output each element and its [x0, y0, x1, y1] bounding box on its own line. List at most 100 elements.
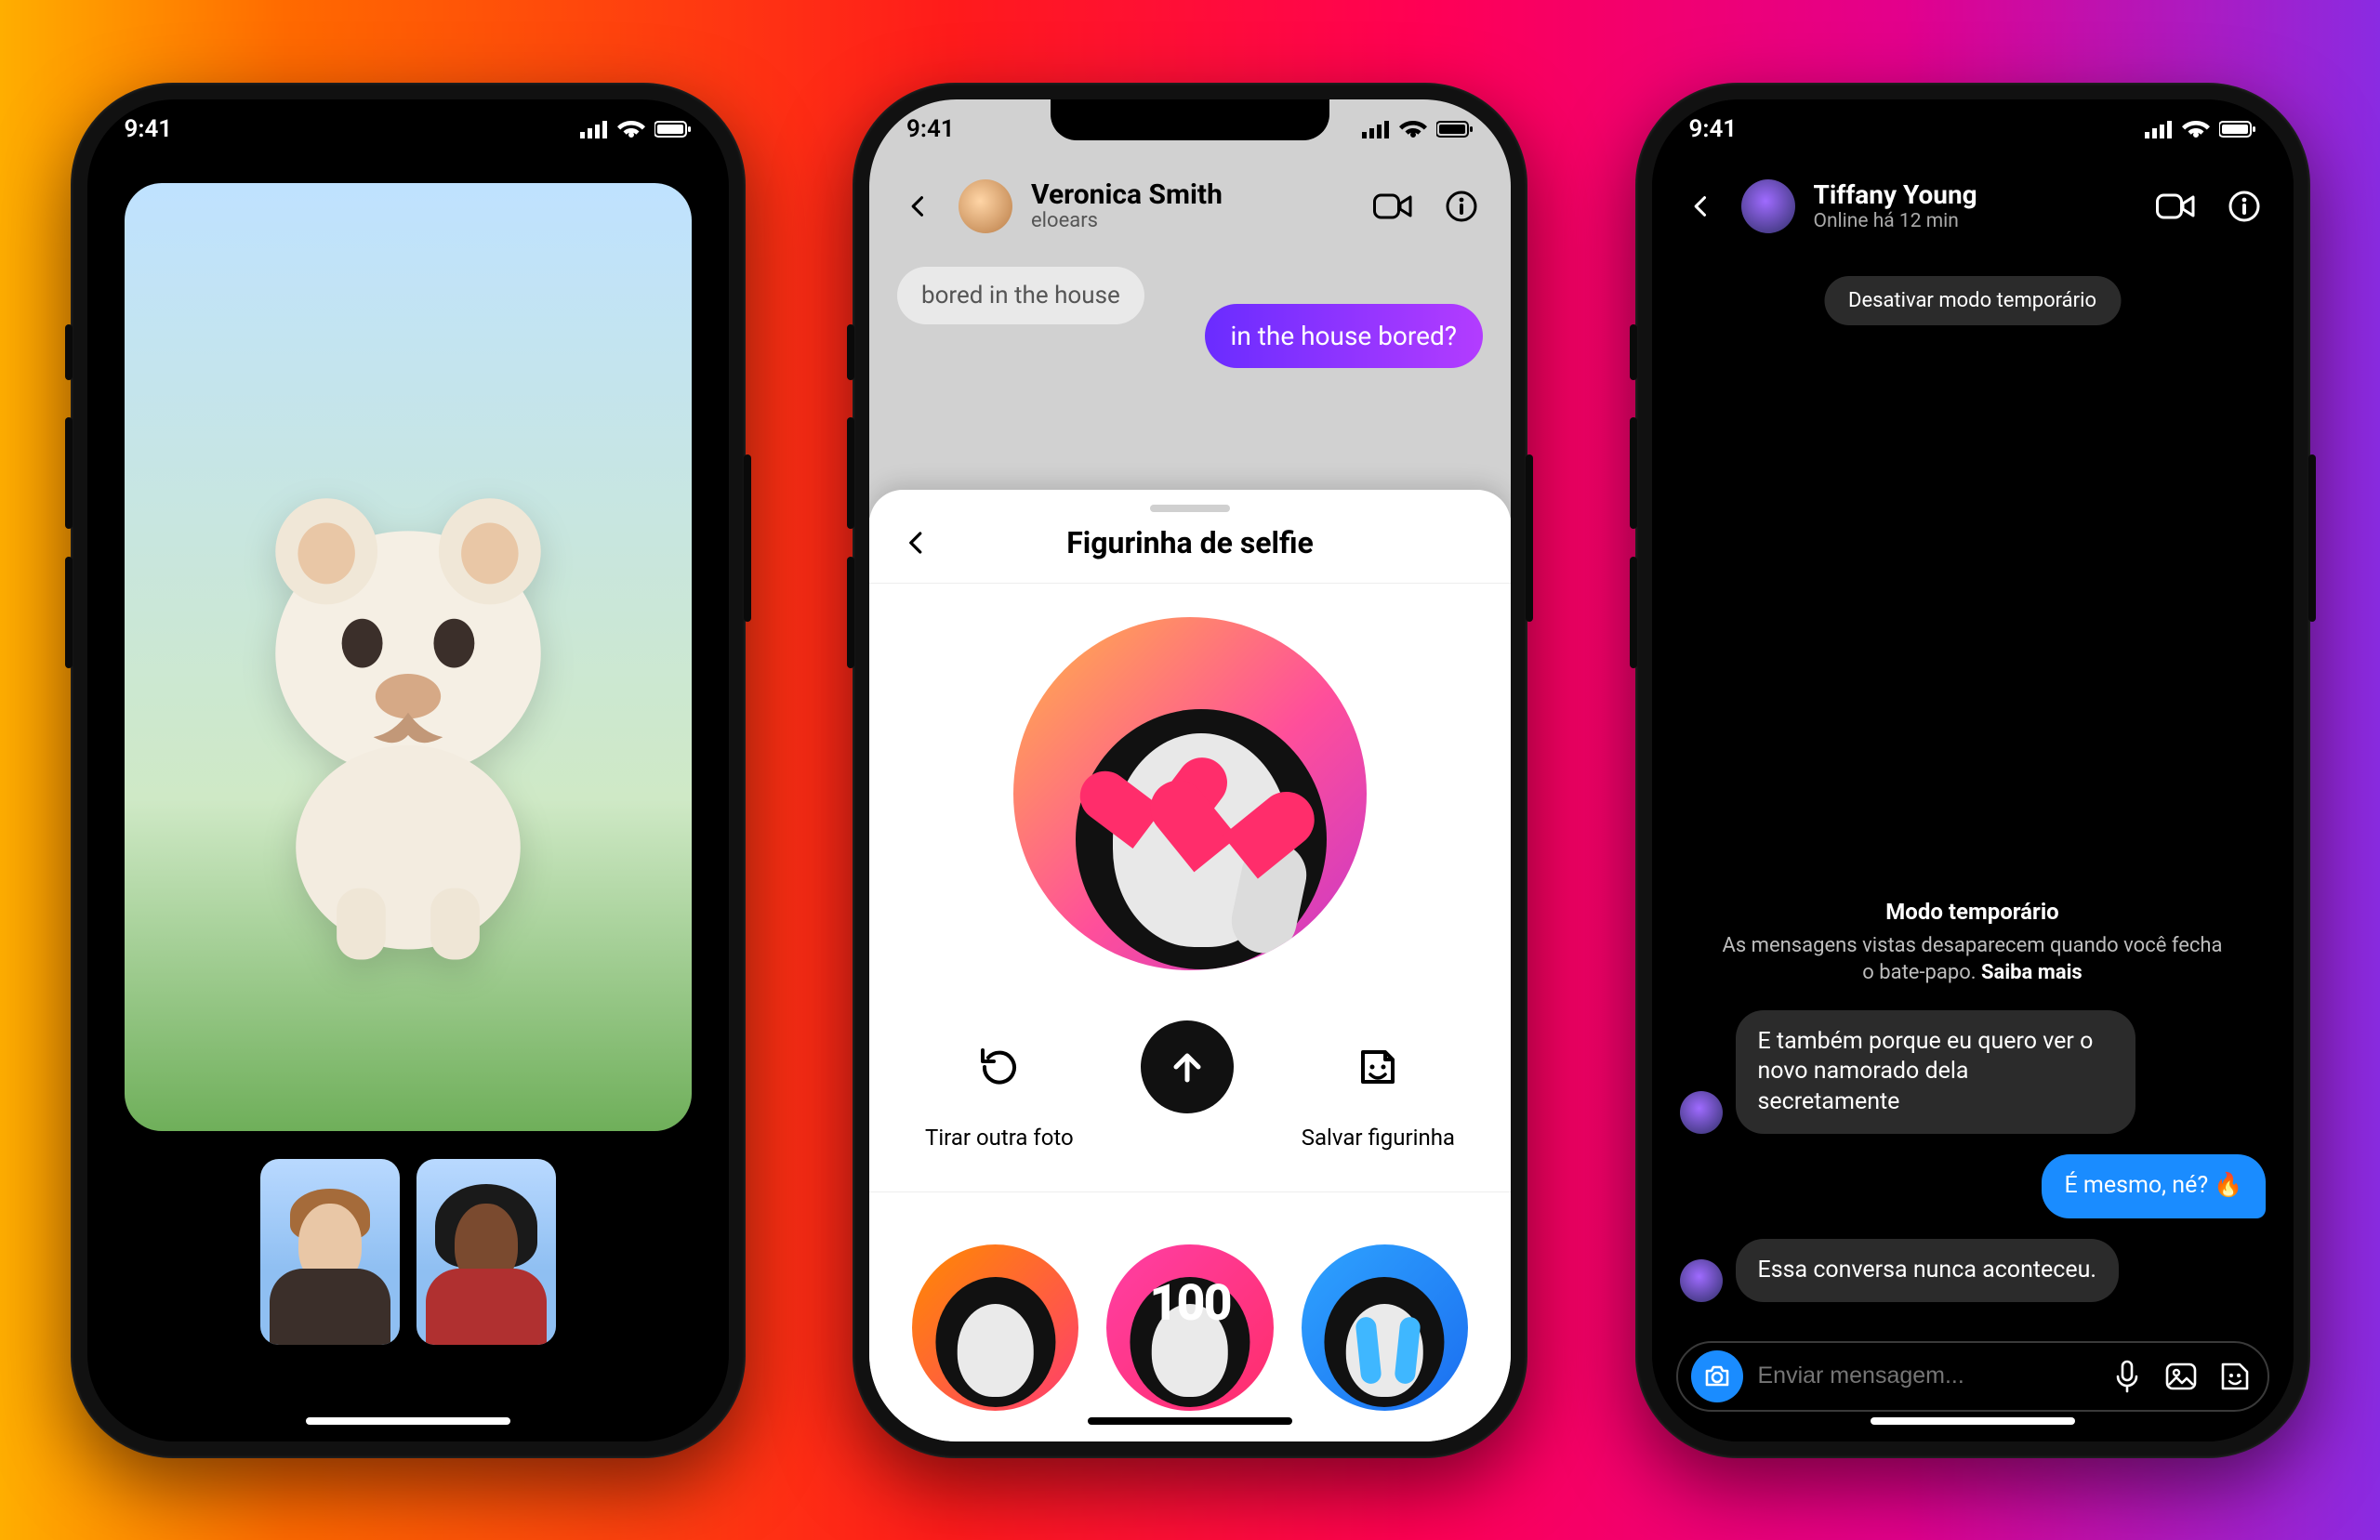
gallery-button[interactable] [2162, 1357, 2201, 1396]
status-time: 9:41 [1689, 115, 1738, 143]
message-incoming: E também porque eu quero ver o novo namo… [1736, 1010, 2135, 1135]
avatar[interactable] [1741, 179, 1795, 233]
save-label: Salvar figurinha [1302, 1125, 1455, 1151]
status-indicators [580, 119, 692, 139]
retake-label: Tirar outra foto [925, 1125, 1074, 1151]
wifi-icon [1399, 119, 1427, 139]
cellular-icon [580, 120, 608, 138]
avatar[interactable] [1680, 1259, 1723, 1302]
status-indicators [1362, 119, 1474, 139]
chat-messages: E também porque eu quero ver o novo namo… [1680, 1010, 2266, 1311]
phone-frame-3: 9:41 Tiffany Young Online há 12 min [1635, 83, 2310, 1458]
chat-name: Tiffany Young [1814, 179, 1977, 210]
sticker-100-label: 100 [1149, 1274, 1230, 1333]
phone-screen-2: 9:41 Veronica Smith eloears [869, 99, 1511, 1441]
video-call-main[interactable] [125, 183, 692, 1131]
cellular-icon [1362, 120, 1390, 138]
info-icon [1445, 190, 1478, 223]
phone-frame-2: 9:41 Veronica Smith eloears [853, 83, 1527, 1458]
selfie-preview[interactable] [1013, 617, 1367, 970]
video-call-button[interactable] [1371, 185, 1414, 228]
sticker-options: 100 [912, 1244, 1468, 1411]
camera-button[interactable] [1691, 1350, 1743, 1402]
lion-cub-image [204, 315, 612, 1073]
chat-title[interactable]: Veronica Smith eloears [1031, 179, 1223, 232]
participant-thumbnail-2[interactable] [416, 1159, 556, 1345]
selfie-sticker-sheet: Figurinha de selfie [869, 490, 1511, 1441]
heart-eyes-icon [1182, 744, 1287, 840]
battery-icon [2219, 120, 2256, 138]
chat-header: Veronica Smith eloears [869, 165, 1511, 248]
chevron-left-icon [906, 193, 932, 219]
chat-status: Online há 12 min [1814, 210, 1977, 232]
sheet-title: Figurinha de selfie [1066, 525, 1314, 560]
sticker-button[interactable] [2215, 1357, 2254, 1396]
chevron-left-icon [903, 529, 931, 557]
status-time: 9:41 [906, 115, 955, 143]
status-indicators [2145, 119, 2256, 139]
video-icon [1373, 192, 1412, 220]
learn-more-link[interactable]: Saiba mais [1981, 961, 2082, 984]
notch [269, 99, 548, 140]
chat-header: Tiffany Young Online há 12 min [1652, 165, 2294, 248]
info-button[interactable] [2223, 185, 2266, 228]
sticker-icon [2219, 1361, 2251, 1392]
cellular-icon [2145, 120, 2173, 138]
phone-frame-1: 9:41 [71, 83, 746, 1458]
battery-icon [654, 120, 692, 138]
sticker-option-1[interactable] [912, 1244, 1078, 1411]
undo-icon [975, 1043, 1024, 1091]
chat-title[interactable]: Tiffany Young Online há 12 min [1814, 179, 1977, 232]
camera-icon [1703, 1364, 1731, 1389]
vanish-title: Modo temporário [1717, 899, 2228, 925]
chevron-left-icon [1688, 193, 1714, 219]
home-indicator[interactable] [1088, 1417, 1292, 1425]
info-button[interactable] [1440, 185, 1483, 228]
participant-thumbnail-1[interactable] [260, 1159, 400, 1345]
video-icon [2156, 192, 2195, 220]
message-incoming: bored in the house [897, 267, 1144, 324]
info-icon [2228, 190, 2261, 223]
save-sticker-button[interactable]: Salvar figurinha [1302, 1020, 1455, 1151]
chat-name: Veronica Smith [1031, 179, 1223, 210]
voice-button[interactable] [2108, 1357, 2147, 1396]
avatar[interactable] [1680, 1091, 1723, 1134]
microphone-icon [2114, 1360, 2140, 1393]
vanish-mode-note: Modo temporário As mensagens vistas desa… [1717, 899, 2228, 987]
message-incoming: Essa conversa nunca aconteceu. [1736, 1239, 2120, 1303]
notch [1833, 99, 2112, 140]
message-text: É mesmo, né? 🔥 [2064, 1172, 2242, 1199]
video-call-button[interactable] [2154, 185, 2197, 228]
phone-screen-3: 9:41 Tiffany Young Online há 12 min [1652, 99, 2294, 1441]
battery-icon [1436, 120, 1474, 138]
back-button[interactable] [897, 185, 940, 228]
image-icon [2165, 1362, 2197, 1390]
status-time: 9:41 [125, 115, 173, 143]
disable-vanish-label: Desativar modo temporário [1848, 289, 2096, 312]
avatar[interactable] [959, 179, 1012, 233]
message-input[interactable] [1758, 1362, 2093, 1389]
sheet-back-button[interactable] [895, 521, 938, 564]
wifi-icon [617, 119, 645, 139]
send-button[interactable] [1141, 1020, 1234, 1113]
back-button[interactable] [1680, 185, 1723, 228]
chat-messages: bored in the house in the house bored? [897, 267, 1483, 368]
retake-button[interactable]: Tirar outra foto [925, 1020, 1074, 1151]
sticker-option-2[interactable]: 100 [1106, 1244, 1273, 1411]
phone-screen-1: 9:41 [87, 99, 729, 1441]
vanish-desc: As mensagens vistas desaparecem quando v… [1723, 934, 2223, 985]
chat-username: eloears [1031, 210, 1223, 232]
sticker-option-3[interactable] [1302, 1244, 1468, 1411]
sheet-grabber[interactable] [1150, 505, 1230, 512]
message-outgoing: É mesmo, né? 🔥 [2042, 1154, 2265, 1218]
arrow-up-icon [1165, 1045, 1210, 1089]
sticker-icon [1354, 1043, 1402, 1091]
home-indicator[interactable] [1871, 1417, 2075, 1425]
wifi-icon [2182, 119, 2210, 139]
video-thumbnails [260, 1159, 556, 1345]
notch [1051, 99, 1329, 140]
disable-vanish-button[interactable]: Desativar modo temporário [1824, 276, 2121, 325]
home-indicator[interactable] [306, 1417, 510, 1425]
message-composer [1676, 1341, 2269, 1412]
message-outgoing: in the house bored? [1205, 304, 1483, 368]
